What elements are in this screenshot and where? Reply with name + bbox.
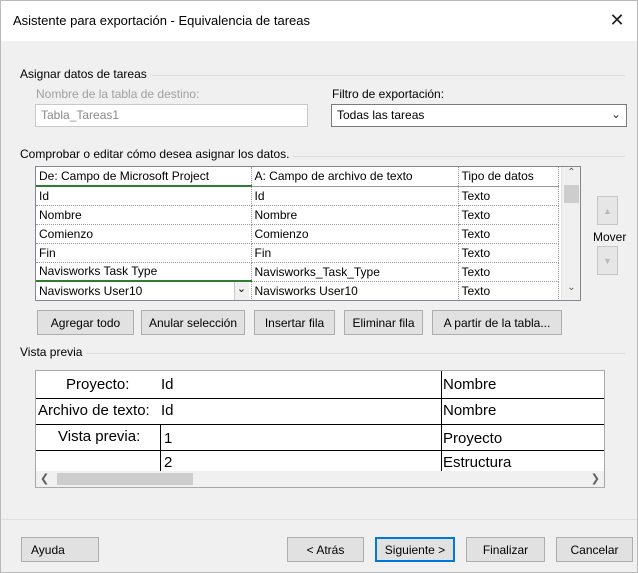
delete-row-button[interactable]: Eliminar fila [344, 310, 423, 335]
table-row[interactable]: Comienzo Comienzo Texto [36, 224, 559, 244]
preview-cell: Estructura [443, 454, 512, 471]
source-field-value: Navisworks User10 [39, 283, 143, 298]
table-row[interactable]: Fin Fin Texto [36, 243, 559, 263]
triangle-up-icon: ▲ [603, 205, 612, 216]
footer-divider [1, 519, 637, 520]
scroll-thumb[interactable] [57, 473, 193, 485]
data-type-cell[interactable]: Texto [458, 186, 559, 206]
preview-row-label: Vista previa: [58, 428, 141, 445]
mapping-grid[interactable]: De: Campo de Microsoft Project A: Campo … [35, 166, 581, 301]
target-field-cell[interactable]: Fin [251, 243, 459, 263]
data-type-cell[interactable]: Texto [458, 243, 559, 263]
preview-cell: Id [161, 402, 174, 419]
header-source-field[interactable]: De: Campo de Microsoft Project [36, 167, 252, 187]
table-row[interactable]: Id Id Texto [36, 186, 559, 206]
mapping-header-row: De: Campo de Microsoft Project A: Campo … [36, 167, 559, 187]
insert-row-button[interactable]: Insertar fila [254, 310, 335, 335]
preview-row-label: Proyecto: [66, 376, 130, 393]
preview-divider [441, 371, 442, 473]
move-up-button[interactable]: ▲ [597, 196, 618, 225]
mapping-table: De: Campo de Microsoft Project A: Campo … [36, 167, 559, 300]
preview-row-label: Archivo de texto: [38, 402, 150, 419]
target-field-cell[interactable]: Comienzo [251, 224, 459, 244]
chevron-down-icon: ⌄ [610, 107, 621, 121]
preview-group-title: Vista previa [20, 345, 87, 359]
target-field-cell[interactable]: Id [251, 186, 459, 206]
source-field-cell[interactable]: Nombre [36, 205, 252, 225]
move-label: Mover [593, 230, 627, 244]
preview-horizontal-scrollbar[interactable]: ❮ ❯ [36, 471, 604, 487]
source-field-cell[interactable]: Navisworks Task Type [36, 262, 252, 282]
data-type-cell[interactable]: Texto [458, 262, 559, 282]
dest-table-label: Nombre de la tabla de destino: [36, 87, 200, 101]
preview-divider [36, 424, 604, 425]
target-field-cell[interactable]: Navisworks User10 [251, 281, 459, 300]
preview-cell: Id [161, 376, 174, 393]
data-type-cell[interactable]: Texto [458, 205, 559, 225]
preview-cell: 2 [164, 454, 173, 471]
from-table-button[interactable]: A partir de la tabla... [432, 310, 562, 335]
scroll-up-icon[interactable]: ⌃ [562, 167, 580, 184]
move-down-button[interactable]: ▼ [597, 246, 618, 275]
dest-table-input[interactable]: Tabla_Tareas1 [35, 104, 308, 127]
preview-cell: 1 [164, 430, 173, 447]
filter-label: Filtro de exportación: [332, 87, 445, 101]
help-button[interactable]: Ayuda [21, 537, 99, 562]
filter-select[interactable]: Todas las tareas ⌄ [331, 104, 627, 127]
target-field-cell[interactable]: Navisworks_Task_Type [251, 262, 459, 282]
scroll-right-icon[interactable]: ❯ [591, 472, 600, 485]
next-button[interactable]: Siguiente > [375, 537, 455, 562]
back-button[interactable]: < Atrás [287, 537, 364, 562]
source-field-cell[interactable]: Navisworks User10 ⌄ [36, 281, 252, 300]
data-type-cell[interactable]: Texto [458, 281, 559, 300]
clear-selection-button[interactable]: Anular selección [141, 310, 245, 335]
filter-select-value: Todas las tareas [337, 108, 425, 122]
add-all-button[interactable]: Agregar todo [37, 310, 134, 335]
scroll-down-icon[interactable]: ⌄ [562, 282, 580, 299]
export-wizard-dialog: Asistente para exportación - Equivalenci… [0, 0, 638, 573]
source-field-cell[interactable]: Fin [36, 243, 252, 263]
preview-divider [36, 398, 604, 399]
header-data-type[interactable]: Tipo de datos [458, 167, 559, 187]
cancel-button[interactable]: Cancelar [556, 537, 633, 562]
data-type-cell[interactable]: Texto [458, 224, 559, 244]
table-row[interactable]: Navisworks User10 ⌄ Navisworks User10 Te… [36, 281, 559, 300]
finish-button[interactable]: Finalizar [466, 537, 545, 562]
assign-group-title: Asignar datos de tareas [20, 67, 151, 81]
table-row[interactable]: Navisworks Task Type Navisworks_Task_Typ… [36, 262, 559, 282]
scroll-left-icon[interactable]: ❮ [40, 472, 49, 485]
header-target-field[interactable]: A: Campo de archivo de texto [251, 167, 459, 187]
target-field-cell[interactable]: Nombre [251, 205, 459, 225]
preview-divider [160, 425, 161, 473]
mapping-vertical-scrollbar[interactable]: ⌃ ⌄ [561, 167, 580, 300]
preview-group-line [21, 353, 625, 354]
close-icon[interactable]: ✕ [601, 5, 633, 35]
source-field-cell[interactable]: Comienzo [36, 224, 252, 244]
table-row[interactable]: Nombre Nombre Texto [36, 205, 559, 225]
preview-cell: Nombre [443, 402, 497, 419]
chevron-down-icon[interactable]: ⌄ [233, 282, 249, 299]
triangle-down-icon: ▼ [603, 255, 612, 266]
mapping-instructions: Comprobar o editar cómo desea asignar lo… [20, 147, 294, 161]
scroll-thumb[interactable] [564, 185, 579, 203]
preview-cell: Proyecto [443, 430, 503, 447]
preview-pane: Proyecto: Id Nombre Archivo de texto: Id… [35, 370, 605, 488]
preview-divider [36, 450, 604, 451]
title-bar: Asistente para exportación - Equivalenci… [1, 1, 637, 41]
source-field-cell[interactable]: Id [36, 186, 252, 206]
dialog-title: Asistente para exportación - Equivalenci… [13, 13, 311, 28]
preview-cell: Nombre [443, 376, 497, 393]
